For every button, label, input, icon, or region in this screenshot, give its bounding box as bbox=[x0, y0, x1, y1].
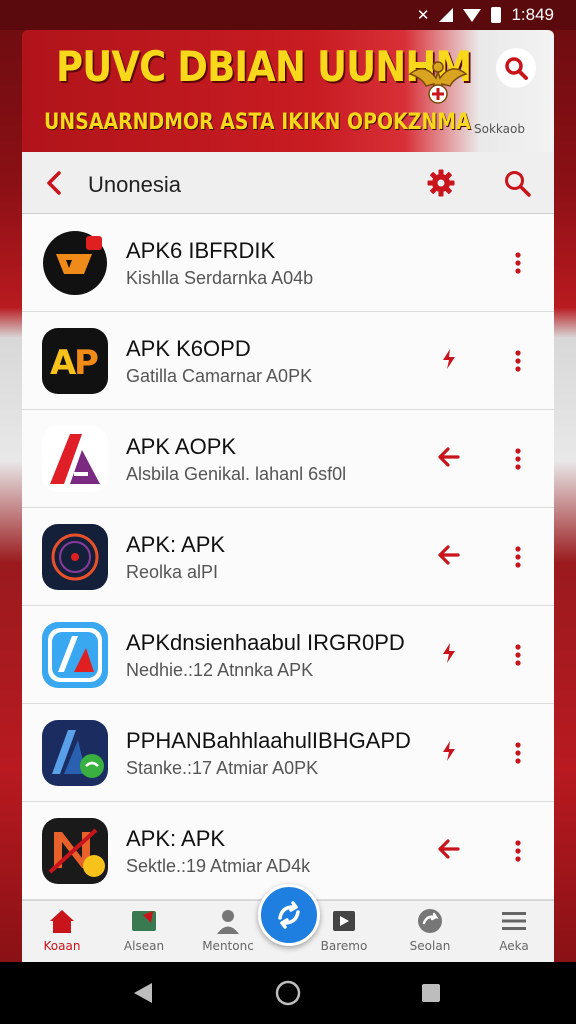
system-navigation-bar bbox=[0, 962, 576, 1024]
ap-logo-icon: A P bbox=[42, 328, 108, 394]
app-name: APK6 IBFRDIK bbox=[126, 238, 276, 263]
list-item[interactable]: A P APK K6OPD Gatilla Camarnar A0PK bbox=[22, 312, 554, 410]
wifi-icon bbox=[463, 8, 482, 22]
more-vert-icon[interactable] bbox=[508, 836, 528, 866]
menu-icon bbox=[502, 912, 526, 930]
app-description: Sektle.:19 Atmiar AD4k bbox=[126, 856, 311, 876]
list-item[interactable]: APK6 IBFRDIK Kishlla Serdarnka A04b bbox=[22, 214, 554, 312]
nav-label: Aeka bbox=[499, 939, 529, 953]
games-icon bbox=[132, 911, 156, 931]
search-icon bbox=[505, 57, 528, 80]
nav-label: Mentonc bbox=[202, 939, 254, 953]
nav-label: Baremo bbox=[320, 939, 368, 953]
home-icon bbox=[50, 910, 74, 933]
app-description: Alsbila Genikal. lahanl 6sf0l bbox=[126, 464, 347, 484]
ring-target-icon bbox=[42, 524, 108, 590]
apk-orange-icon bbox=[42, 230, 108, 296]
nav-item-user[interactable]: Mentonc bbox=[190, 907, 266, 961]
nav-label: Koaan bbox=[43, 939, 81, 953]
refresh-icon bbox=[418, 909, 442, 933]
chat-app-icon bbox=[42, 720, 108, 786]
app-description: Stanke.:17 Atmiar A0PK bbox=[126, 758, 319, 778]
more-vert-icon[interactable] bbox=[508, 444, 528, 474]
app-name: PPHANBahhlaahulIBHGAPD bbox=[126, 728, 411, 753]
app-description: Kishlla Serdarnka A04b bbox=[126, 268, 314, 288]
toolbar: Unonesia bbox=[22, 152, 554, 214]
garuda-emblem-icon bbox=[408, 61, 468, 104]
header-banner: PUVC DBIAN UUNHM UNSAARNDMOR ASTA IKIKN … bbox=[22, 30, 554, 152]
fab-share-button[interactable] bbox=[258, 884, 320, 946]
app-description: Nedhie.:12 Atnnka APK bbox=[126, 660, 314, 680]
app-description: Gatilla Camarnar A0PK bbox=[126, 366, 313, 386]
video-icon bbox=[333, 911, 355, 931]
nav-item-games[interactable]: Alsean bbox=[106, 907, 182, 961]
pen-a-icon bbox=[42, 622, 108, 688]
system-home-icon[interactable] bbox=[274, 979, 302, 1007]
list-item[interactable]: APKdnsienhaabul IRGR0PD Nedhie.:12 Atnnk… bbox=[22, 606, 554, 704]
app-name: APK: APK bbox=[126, 826, 226, 851]
svg-text:P: P bbox=[74, 343, 99, 383]
page-title: Unonesia bbox=[88, 172, 181, 197]
triangle-a-icon bbox=[42, 426, 108, 492]
notification-icon: ✕ bbox=[416, 7, 430, 24]
svg-text:A: A bbox=[50, 343, 77, 383]
system-recents-icon[interactable] bbox=[420, 982, 442, 1004]
list-item[interactable]: APK AOPK Alsbila Genikal. lahanl 6sf0l bbox=[22, 410, 554, 508]
gear-icon[interactable] bbox=[426, 168, 456, 198]
app-name: APK K6OPD bbox=[126, 336, 251, 361]
nav-item-menu[interactable]: Aeka bbox=[476, 907, 552, 961]
user-icon bbox=[217, 910, 239, 934]
more-vert-icon[interactable] bbox=[508, 542, 528, 572]
app-name: APK: APK bbox=[126, 532, 226, 557]
banner-caption: Sokkaob bbox=[474, 122, 525, 136]
more-vert-icon[interactable] bbox=[508, 738, 528, 768]
arrow-left-icon[interactable] bbox=[436, 836, 462, 862]
more-vert-icon[interactable] bbox=[508, 346, 528, 376]
nav-label: Alsean bbox=[123, 939, 165, 953]
app-name: APKdnsienhaabul IRGR0PD bbox=[126, 630, 405, 655]
n-logo-icon bbox=[42, 818, 108, 884]
banner-title: PUVC DBIAN UUNHM bbox=[56, 42, 472, 91]
signal-icon bbox=[439, 8, 454, 22]
status-bar: ✕ 1:849 bbox=[0, 0, 576, 30]
arrow-left-icon[interactable] bbox=[436, 444, 462, 470]
battery-icon bbox=[491, 7, 502, 23]
more-vert-icon[interactable] bbox=[508, 640, 528, 670]
app-name: APK AOPK bbox=[126, 434, 237, 459]
banner-subtitle: UNSAARNDMOR ASTA IKIKN OPOKZNMA bbox=[44, 110, 471, 135]
nav-label: Seolan bbox=[409, 939, 451, 953]
app-list: APK6 IBFRDIK Kishlla Serdarnka A04b A P … bbox=[22, 214, 554, 900]
banner-search-button[interactable] bbox=[496, 48, 536, 88]
arrow-left-icon[interactable] bbox=[436, 542, 462, 568]
flash-icon[interactable] bbox=[436, 346, 462, 372]
flash-icon[interactable] bbox=[436, 738, 462, 764]
list-item[interactable]: APK: APK Reolka alPI bbox=[22, 508, 554, 606]
flash-icon[interactable] bbox=[436, 640, 462, 666]
search-icon[interactable] bbox=[502, 168, 532, 198]
more-vert-icon[interactable] bbox=[508, 248, 528, 278]
flash-share-icon bbox=[278, 901, 300, 929]
list-item[interactable]: PPHANBahhlaahulIBHGAPD Stanke.:17 Atmiar… bbox=[22, 704, 554, 802]
app-description: Reolka alPI bbox=[126, 562, 219, 582]
status-time: 1:849 bbox=[511, 5, 554, 24]
back-arrow-icon[interactable] bbox=[40, 168, 70, 198]
nav-item-home[interactable]: Koaan bbox=[24, 907, 100, 961]
nav-item-refresh[interactable]: Seolan bbox=[392, 907, 468, 961]
system-back-icon[interactable] bbox=[130, 980, 156, 1006]
